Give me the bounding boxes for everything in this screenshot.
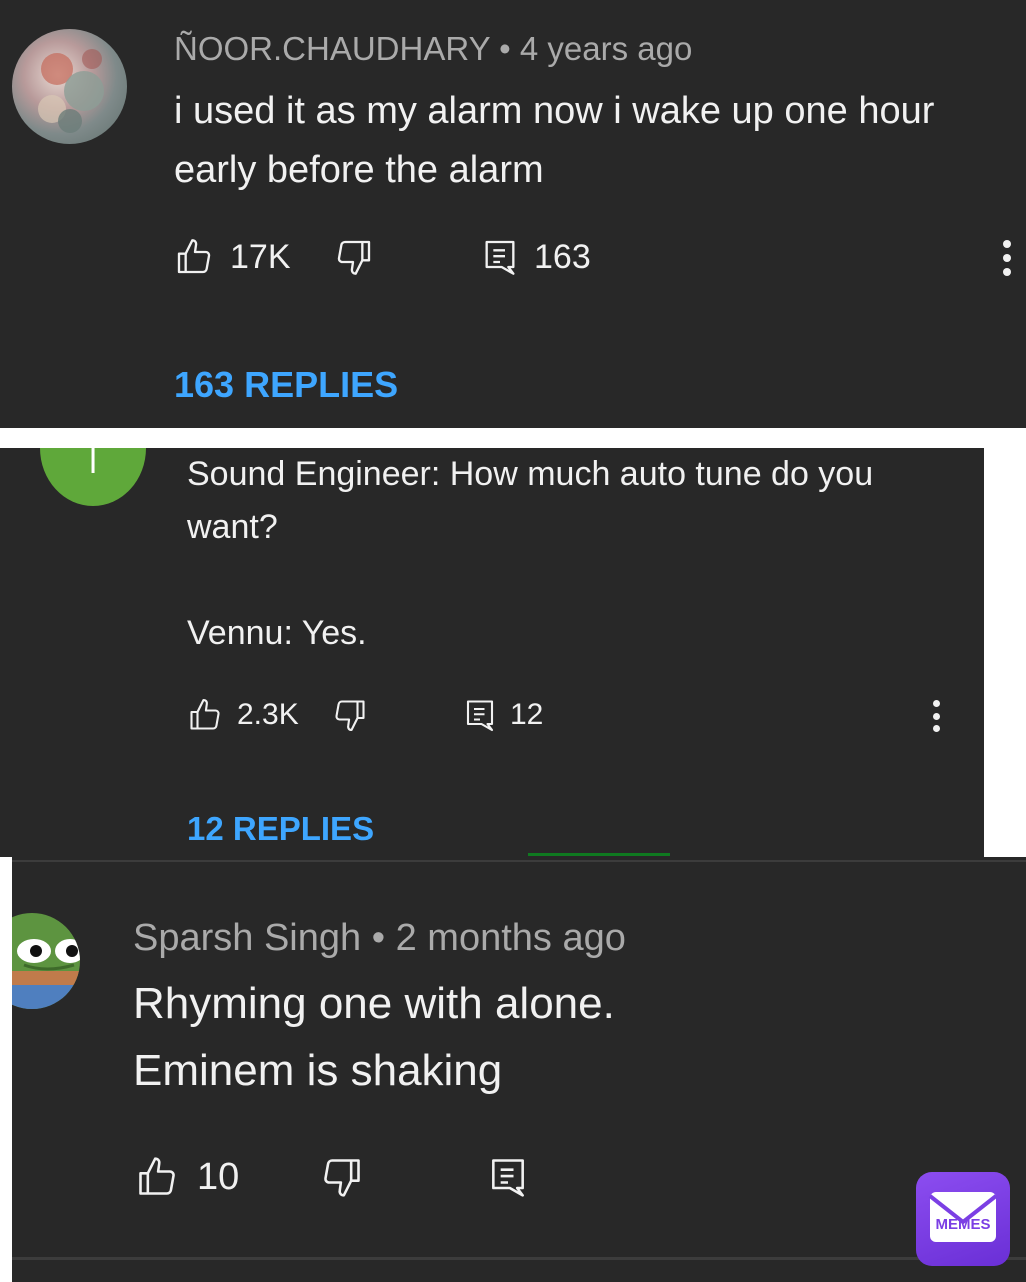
dislike-button[interactable] <box>320 1155 364 1199</box>
divider <box>12 1257 1026 1260</box>
more-options-icon[interactable] <box>933 700 941 732</box>
comment-line: Eminem is shaking <box>133 1046 503 1095</box>
author-name[interactable]: ÑOOR.CHAUDHARY <box>174 30 490 67</box>
watermark-label: MEMES <box>935 1216 991 1233</box>
thumbs-up-icon <box>177 239 211 274</box>
comment-body: i used it as my alarm now i wake up one … <box>174 82 934 200</box>
comment-age: 4 years ago <box>519 30 693 67</box>
view-replies-link[interactable]: 12 REPLIES <box>187 810 374 848</box>
comment-line <box>187 554 873 607</box>
avatar-image <box>12 939 80 1009</box>
comment-body: Sound Engineer: How much auto tune do yo… <box>187 448 873 660</box>
comment-line: i used it as my alarm now i wake up one … <box>174 90 935 132</box>
reply-button[interactable]: 12 <box>462 697 543 733</box>
comment-meta: ÑOOR.CHAUDHARY • 4 years ago <box>174 30 692 68</box>
dislike-button[interactable] <box>334 237 374 277</box>
thumbs-down-icon <box>337 240 371 275</box>
memes-watermark: MEMES <box>916 1172 1010 1266</box>
comment-line: early before the alarm <box>174 149 544 191</box>
comment-line: want? <box>187 508 278 546</box>
comment-body: Rhyming one with alone. Eminem is shakin… <box>133 970 615 1104</box>
reply-count: 12 <box>510 698 544 731</box>
avatar-letter: l <box>89 448 97 481</box>
like-button[interactable]: 17K <box>174 237 291 277</box>
reply-count: 163 <box>534 237 591 276</box>
comment-card-2: l Sound Engineer: How much auto tune do … <box>0 448 984 857</box>
divider <box>12 860 1026 862</box>
thumbs-down-icon <box>335 700 365 732</box>
comment-card-3: Sparsh Singh • 2 months ago Rhyming one … <box>12 857 1026 1282</box>
avatar[interactable] <box>12 29 127 144</box>
meta-separator: • <box>499 30 520 67</box>
comment-meta: Sparsh Singh • 2 months ago <box>133 917 626 960</box>
thumbs-up-icon <box>190 698 220 730</box>
thumbs-up-icon <box>139 1157 175 1195</box>
meta-separator: • <box>371 917 396 959</box>
comment-card-1: ÑOOR.CHAUDHARY • 4 years ago i used it a… <box>0 0 1026 428</box>
dislike-button[interactable] <box>332 697 368 733</box>
thumbs-down-icon <box>324 1159 360 1197</box>
reply-button[interactable] <box>486 1155 530 1199</box>
more-options-icon[interactable] <box>1003 240 1012 276</box>
active-indicator <box>528 853 670 856</box>
comment-age: 2 months ago <box>395 917 626 959</box>
comment-line: Sound Engineer: How much auto tune do yo… <box>187 455 874 493</box>
comment-line: Rhyming one with alone. <box>133 979 615 1028</box>
like-count: 17K <box>230 237 291 276</box>
avatar[interactable]: l <box>40 448 146 506</box>
comment-line: Vennu: Yes. <box>187 614 367 652</box>
reply-comment-icon <box>492 1159 524 1197</box>
like-count: 10 <box>197 1155 240 1198</box>
reply-comment-icon <box>485 240 515 275</box>
like-button[interactable]: 10 <box>135 1155 239 1199</box>
avatar[interactable] <box>12 913 80 1009</box>
like-button[interactable]: 2.3K <box>187 697 299 733</box>
avatar-image <box>38 49 104 133</box>
view-replies-link[interactable]: 163 REPLIES <box>174 364 398 406</box>
author-name[interactable]: Sparsh Singh <box>133 917 361 959</box>
reply-button[interactable]: 163 <box>480 237 591 277</box>
like-count: 2.3K <box>237 698 299 731</box>
reply-comment-icon <box>466 700 494 732</box>
